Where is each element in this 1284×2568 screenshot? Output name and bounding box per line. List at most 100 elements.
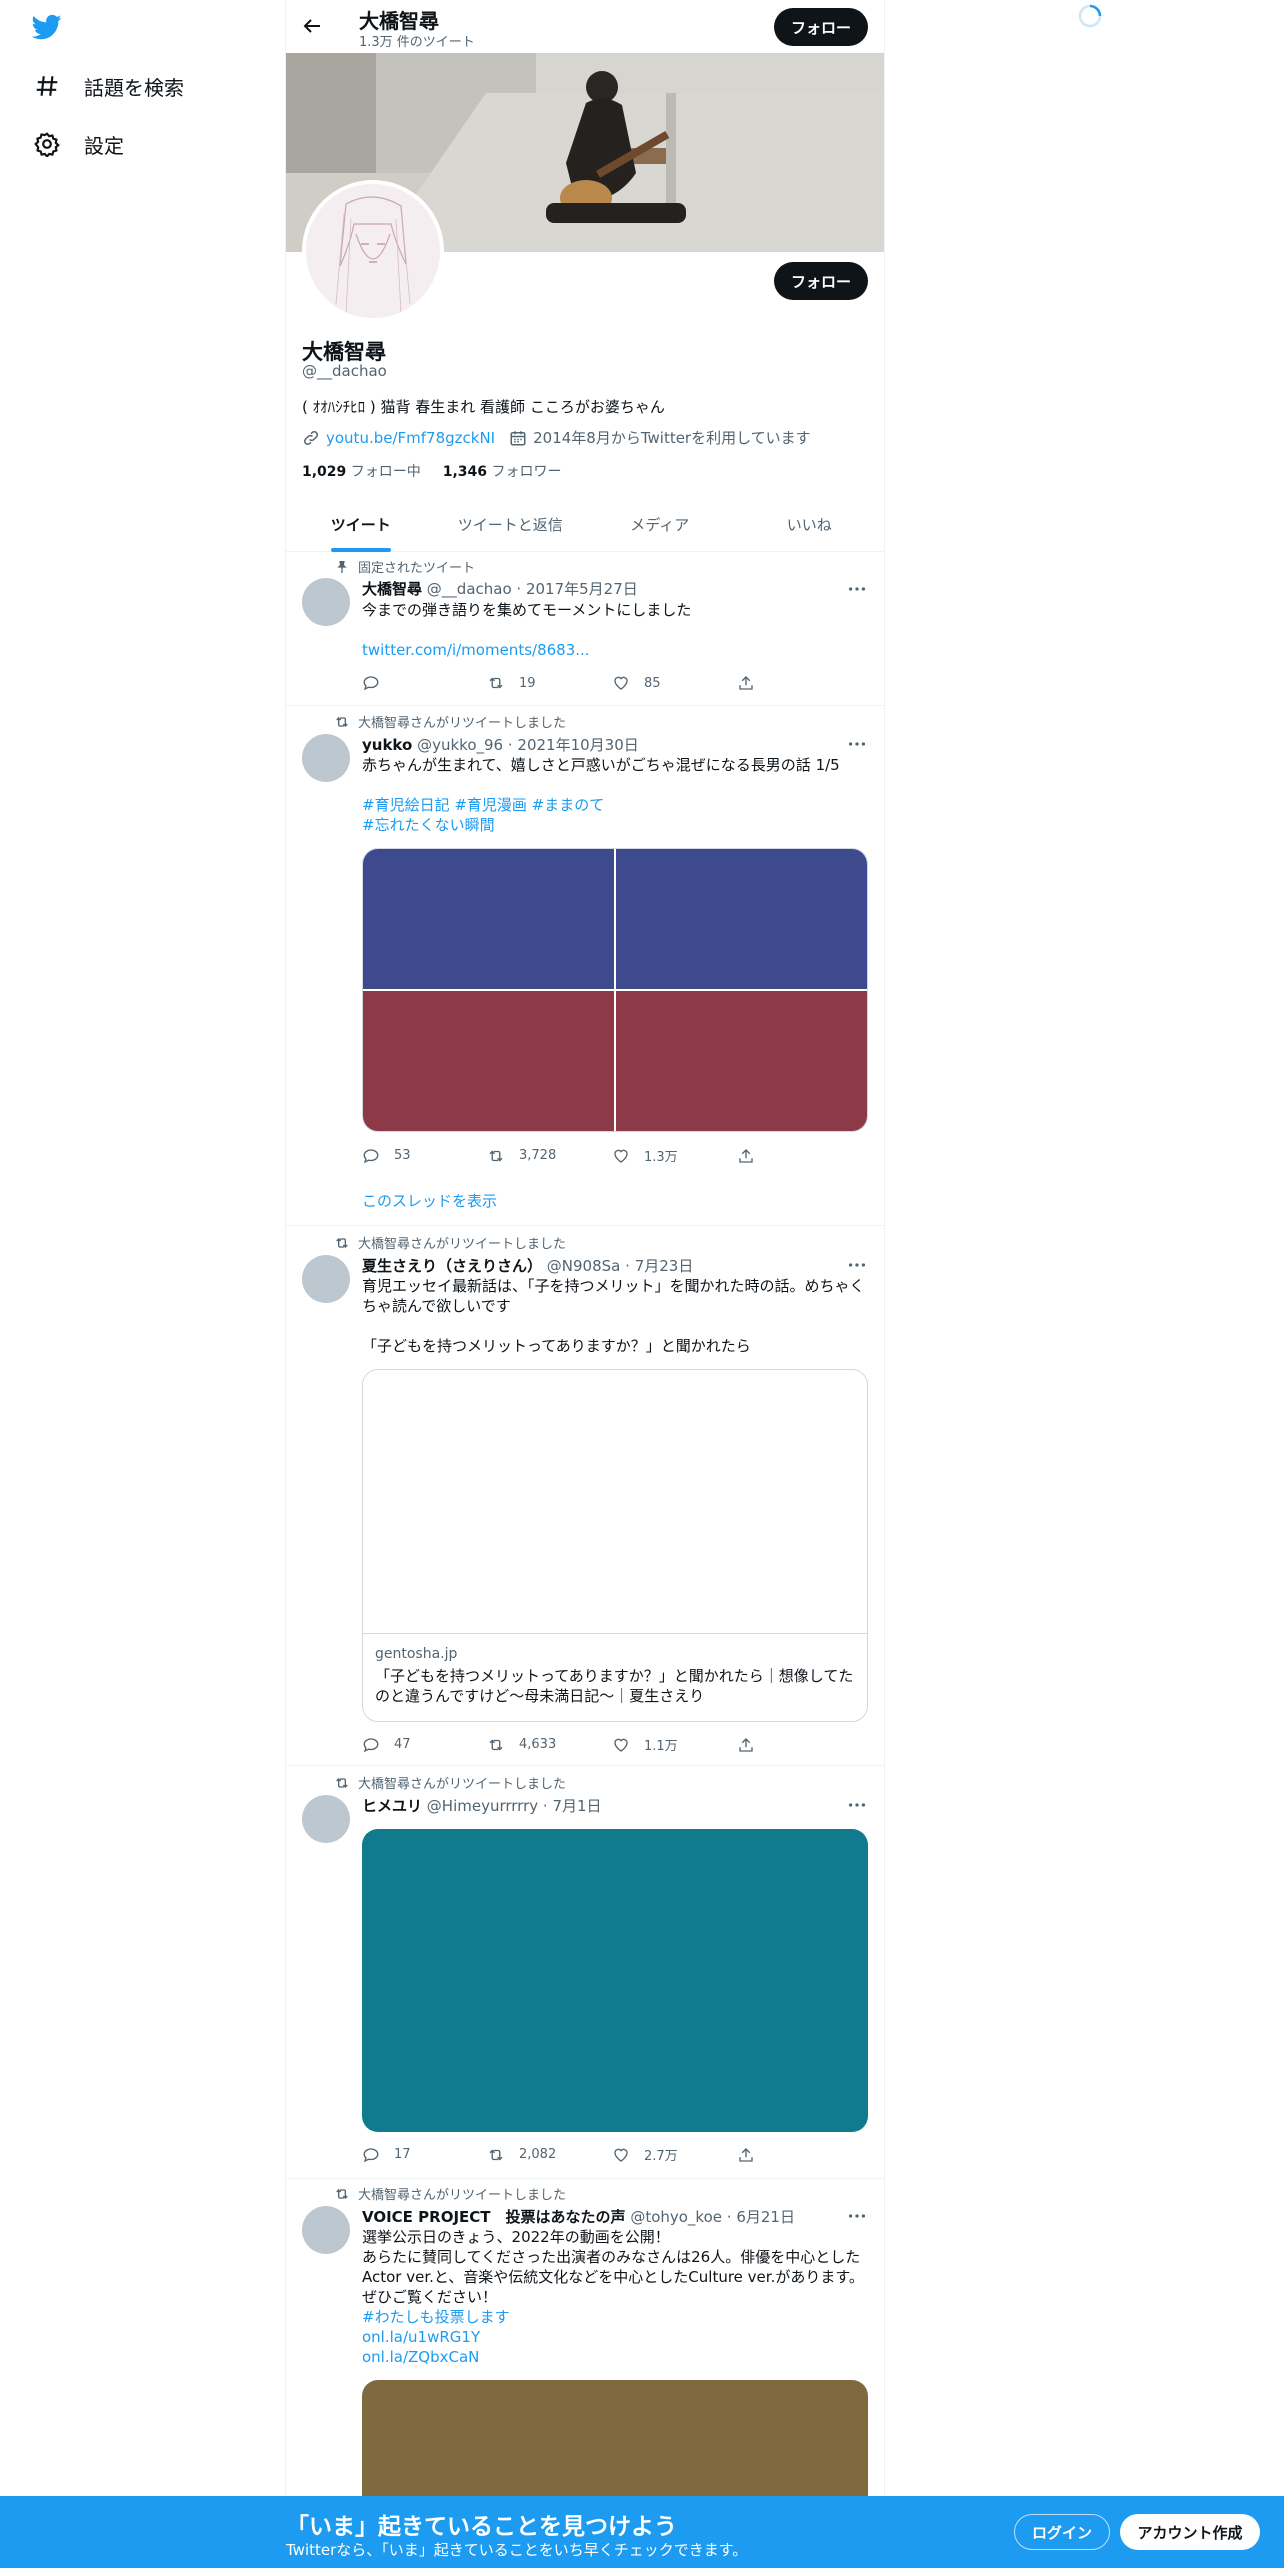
share-button[interactable] [737, 1735, 862, 1754]
reply-icon [363, 676, 379, 691]
more-options-icon[interactable] [846, 1794, 868, 1816]
share-icon [739, 676, 753, 690]
profile-tabs: ツイート ツイートと返信 メディア いいね [286, 500, 884, 552]
tweet-header: yukko @yukko_96 · 2021年10月30日 [362, 736, 639, 754]
profile-follow-button[interactable]: フォロー [774, 262, 868, 300]
like-button[interactable]: 1.1万 [612, 1735, 737, 1754]
tweet-author-name[interactable]: VOICE PROJECT 投票はあなたの声 [362, 2208, 626, 2226]
divider [286, 1765, 884, 1766]
profile-handle: @__dachao [302, 362, 387, 380]
reply-button[interactable] [362, 674, 487, 692]
header-follow-button[interactable]: フォロー [774, 8, 868, 46]
retweet-icon [336, 1777, 348, 1788]
avatar[interactable] [302, 2206, 350, 2254]
media-image[interactable] [616, 991, 867, 1131]
signup-button[interactable]: アカウント作成 [1120, 2514, 1260, 2550]
tweet-hashtags[interactable]: #育児絵日記 #育児漫画 #ままのて [362, 795, 872, 815]
tweet-link[interactable]: onl.la/ZQbxCaN [362, 2347, 872, 2367]
share-icon [739, 1737, 753, 1752]
following-link[interactable]: 1,029 フォロー中 [302, 461, 421, 481]
tweet-media-image[interactable] [362, 1829, 868, 2132]
retweet-button[interactable]: 3,728 [487, 1146, 612, 1165]
tab-tweets-and-replies[interactable]: ツイートと返信 [436, 500, 586, 551]
tweet-link[interactable]: twitter.com/i/moments/8683... [362, 640, 872, 660]
share-button[interactable] [737, 674, 862, 692]
like-button[interactable]: 1.3万 [612, 1146, 737, 1165]
link-icon [303, 430, 319, 445]
tab-tweets[interactable]: ツイート [286, 500, 436, 552]
media-image[interactable] [363, 991, 614, 1131]
tweet-media-grid[interactable] [362, 848, 868, 1132]
reply-icon [363, 2147, 379, 2162]
tweet-link[interactable]: onl.la/u1wRG1Y [362, 2327, 872, 2347]
reply-button[interactable]: 53 [362, 1146, 487, 1165]
tab-media[interactable]: メディア [585, 500, 735, 551]
more-options-icon[interactable] [846, 578, 868, 600]
tweet-author-name[interactable]: ヒメユリ [362, 1797, 422, 1815]
header-tweet-count: 1.3万 件のツイート [359, 35, 475, 50]
sidebar-item-label: 話題を検索 [84, 75, 184, 100]
show-thread-link[interactable]: このスレッドを表示 [362, 1190, 497, 1211]
share-button[interactable] [737, 1146, 862, 1165]
media-image[interactable] [616, 849, 867, 989]
tab-likes[interactable]: いいね [735, 500, 885, 551]
calendar-icon [510, 430, 526, 445]
tweet-context: 大橋智尋さんがリツイートしました [334, 712, 566, 731]
profile-joined: 2014年8月からTwitterを利用しています [533, 429, 811, 447]
following-count: 1,029 [302, 464, 347, 480]
reply-icon [363, 1737, 379, 1752]
tweet-date[interactable]: 7月23日 [635, 1257, 694, 1275]
reply-button[interactable]: 17 [362, 2145, 487, 2164]
login-button[interactable]: ログイン [1014, 2514, 1110, 2550]
heart-icon [614, 2148, 628, 2162]
twitter-logo-icon[interactable] [30, 12, 64, 42]
tweet-text: 選挙公示日のきょう、2022年の動画を公開！ あらたに賛同してくださった出演者の… [362, 2228, 864, 2306]
tweet-author-handle: @Himeyurrrrry [426, 1797, 539, 1815]
share-button[interactable] [737, 2145, 862, 2164]
tweet-actions: 19 85 [362, 674, 862, 692]
retweet-button[interactable]: 2,082 [487, 2145, 612, 2164]
more-options-icon[interactable] [846, 2205, 868, 2227]
avatar[interactable] [302, 578, 350, 626]
retweet-button[interactable]: 4,633 [487, 1735, 612, 1754]
tweet-hashtag[interactable]: #わたしも投票します [362, 2307, 872, 2327]
reply-button[interactable]: 47 [362, 1735, 487, 1754]
avatar[interactable] [302, 1795, 350, 1843]
profile-link[interactable]: youtu.be/Fmf78gzckNI [326, 429, 495, 447]
avatar[interactable] [302, 734, 350, 782]
retweet-icon [336, 2188, 348, 2199]
retweet-button[interactable]: 19 [487, 674, 612, 692]
like-button[interactable]: 2.7万 [612, 2145, 737, 2164]
sidebar-item-settings[interactable]: 設定 [34, 124, 124, 164]
sidebar-item-explore[interactable]: 話題を検索 [34, 66, 184, 106]
tweet-header: VOICE PROJECT 投票はあなたの声 @tohyo_koe · 6月21… [362, 2208, 795, 2226]
tweet-actions: 47 4,633 1.1万 [362, 1735, 862, 1754]
tweet-author-name[interactable]: 夏生さえり（さえりさん） [362, 1257, 542, 1275]
like-button[interactable]: 85 [612, 674, 737, 692]
retweet-icon [489, 677, 503, 689]
profile-avatar[interactable] [302, 180, 444, 322]
tweet-hashtags[interactable]: #忘れたくない瞬間 [362, 815, 872, 835]
avatar[interactable] [302, 1255, 350, 1303]
tweet-author-name[interactable]: yukko [362, 736, 412, 754]
link-card-title: 「子どもを持つメリットってありますか？」と聞かれたら｜想像してたのと違うんですけ… [375, 1667, 854, 1705]
divider [286, 705, 884, 706]
tweet-date[interactable]: 2021年10月30日 [517, 736, 638, 754]
link-card-domain: gentosha.jp [375, 1646, 458, 1662]
more-options-icon[interactable] [846, 733, 868, 755]
more-options-icon[interactable] [846, 1254, 868, 1276]
tweet-date[interactable]: 2017年5月27日 [526, 580, 638, 598]
tweet-author-name[interactable]: 大橋智尋 [362, 580, 422, 598]
followers-link[interactable]: 1,346 フォロワー [443, 461, 562, 481]
back-arrow-icon[interactable] [300, 14, 324, 38]
divider [286, 1225, 884, 1226]
followers-count: 1,346 [442, 464, 488, 480]
tweet-text: 今までの弾き語りを集めてモーメントにしました [362, 601, 692, 619]
link-card-image [363, 1370, 867, 1634]
share-icon [739, 1148, 753, 1163]
tweet-date[interactable]: 7月1日 [552, 1797, 601, 1815]
link-card[interactable]: gentosha.jp 「子どもを持つメリットってありますか？」と聞かれたら｜想… [362, 1369, 868, 1722]
reply-icon [363, 1148, 379, 1163]
tweet-date[interactable]: 6月21日 [736, 2208, 795, 2226]
media-image[interactable] [363, 849, 614, 989]
